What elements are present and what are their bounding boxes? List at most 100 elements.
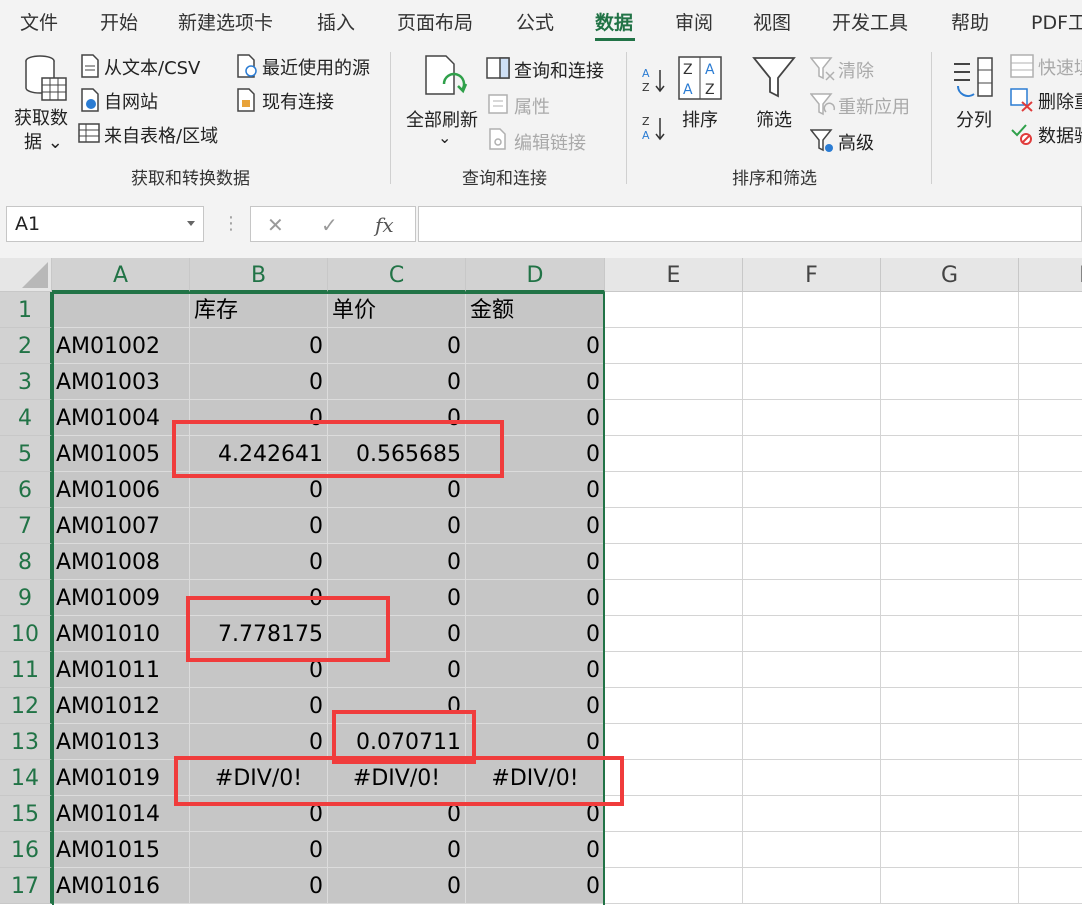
cell[interactable]: AM01013 xyxy=(52,724,190,760)
cell[interactable] xyxy=(743,472,881,508)
chevron-down-icon[interactable] xyxy=(187,221,195,226)
cell[interactable] xyxy=(605,364,743,400)
cell[interactable]: 0 xyxy=(190,328,328,364)
cell[interactable] xyxy=(743,760,881,796)
cell[interactable]: 0 xyxy=(328,580,466,616)
cell[interactable] xyxy=(881,436,1019,472)
cell[interactable] xyxy=(743,364,881,400)
cell[interactable]: 0.565685 xyxy=(328,436,466,472)
cell[interactable]: 0 xyxy=(190,868,328,904)
cell[interactable]: 0 xyxy=(190,724,328,760)
cell[interactable] xyxy=(52,292,190,328)
column-header-e[interactable]: E xyxy=(605,258,743,292)
cell[interactable]: 0 xyxy=(466,364,605,400)
cell[interactable]: AM01014 xyxy=(52,796,190,832)
cell[interactable]: 0 xyxy=(466,652,605,688)
cell[interactable]: 0 xyxy=(466,400,605,436)
cell[interactable]: 0 xyxy=(328,400,466,436)
cell[interactable]: 0.070711 xyxy=(328,724,466,760)
cell[interactable]: 0 xyxy=(328,472,466,508)
cell[interactable]: 0 xyxy=(466,796,605,832)
cell[interactable]: 0 xyxy=(328,796,466,832)
row-header[interactable]: 12 xyxy=(0,688,52,724)
cell[interactable] xyxy=(605,580,743,616)
cell[interactable]: 0 xyxy=(466,832,605,868)
cell[interactable]: AM01008 xyxy=(52,544,190,580)
cell[interactable]: 0 xyxy=(190,652,328,688)
cell[interactable]: 0 xyxy=(190,832,328,868)
cell[interactable] xyxy=(881,364,1019,400)
cell[interactable] xyxy=(1019,688,1082,724)
cell[interactable]: #DIV/0! xyxy=(466,760,605,796)
row-header[interactable]: 4 xyxy=(0,400,52,436)
row-header[interactable]: 7 xyxy=(0,508,52,544)
tab-formulas[interactable]: 公式 xyxy=(516,8,554,35)
cell[interactable] xyxy=(881,400,1019,436)
cell[interactable]: 0 xyxy=(190,544,328,580)
cell[interactable] xyxy=(605,472,743,508)
cell[interactable]: #DIV/0! xyxy=(328,760,466,796)
cell[interactable] xyxy=(743,832,881,868)
cell[interactable] xyxy=(605,328,743,364)
insert-function-icon[interactable]: fx xyxy=(375,213,394,237)
tab-home[interactable]: 开始 xyxy=(100,8,138,35)
cell[interactable] xyxy=(881,328,1019,364)
cell[interactable] xyxy=(605,508,743,544)
row-header[interactable]: 3 xyxy=(0,364,52,400)
tab-insert[interactable]: 插入 xyxy=(317,8,355,35)
cell[interactable]: #DIV/0! xyxy=(190,760,328,796)
cell[interactable] xyxy=(1019,364,1082,400)
cell[interactable]: 0 xyxy=(466,868,605,904)
cell[interactable] xyxy=(881,292,1019,328)
cell[interactable]: 0 xyxy=(466,328,605,364)
cell[interactable] xyxy=(1019,292,1082,328)
column-header-a[interactable]: A xyxy=(52,258,190,292)
row-header[interactable]: 6 xyxy=(0,472,52,508)
cell[interactable] xyxy=(605,616,743,652)
column-header-h[interactable]: H xyxy=(1019,258,1082,292)
row-header[interactable]: 14 xyxy=(0,760,52,796)
cell[interactable] xyxy=(1019,796,1082,832)
cell[interactable] xyxy=(743,292,881,328)
cell[interactable] xyxy=(605,652,743,688)
cell[interactable]: 0 xyxy=(466,580,605,616)
cell[interactable] xyxy=(743,400,881,436)
cell[interactable]: 0 xyxy=(466,688,605,724)
row-header[interactable]: 16 xyxy=(0,832,52,868)
row-header[interactable]: 1 xyxy=(0,292,52,328)
cell[interactable] xyxy=(1019,832,1082,868)
cell[interactable]: AM01012 xyxy=(52,688,190,724)
cell[interactable]: 7.778175 xyxy=(190,616,328,652)
tab-developer[interactable]: 开发工具 xyxy=(832,8,908,35)
row-header[interactable]: 13 xyxy=(0,724,52,760)
cell[interactable] xyxy=(743,580,881,616)
tab-data[interactable]: 数据 xyxy=(595,8,633,35)
cell[interactable] xyxy=(605,868,743,904)
cell[interactable]: 0 xyxy=(328,616,466,652)
cell[interactable]: 0 xyxy=(190,400,328,436)
cell[interactable] xyxy=(881,688,1019,724)
cell[interactable]: AM01019 xyxy=(52,760,190,796)
cell[interactable]: AM01004 xyxy=(52,400,190,436)
cell[interactable]: 0 xyxy=(466,616,605,652)
cancel-icon[interactable]: ✕ xyxy=(267,213,284,237)
cell[interactable]: AM01016 xyxy=(52,868,190,904)
cell[interactable] xyxy=(1019,508,1082,544)
cell[interactable]: AM01006 xyxy=(52,472,190,508)
cell[interactable] xyxy=(881,832,1019,868)
tab-view[interactable]: 视图 xyxy=(753,8,791,35)
cell[interactable]: 0 xyxy=(328,688,466,724)
cell[interactable] xyxy=(881,508,1019,544)
row-header[interactable]: 17 xyxy=(0,868,52,904)
tab-file[interactable]: 文件 xyxy=(20,8,58,35)
cell[interactable] xyxy=(1019,400,1082,436)
cell[interactable] xyxy=(1019,724,1082,760)
cell[interactable] xyxy=(743,328,881,364)
cell[interactable]: 0 xyxy=(328,328,466,364)
cell[interactable] xyxy=(743,868,881,904)
cell[interactable]: 0 xyxy=(328,508,466,544)
cell[interactable] xyxy=(743,616,881,652)
cell[interactable]: 0 xyxy=(466,544,605,580)
tab-page-layout[interactable]: 页面布局 xyxy=(397,8,473,35)
cell[interactable]: 0 xyxy=(466,436,605,472)
